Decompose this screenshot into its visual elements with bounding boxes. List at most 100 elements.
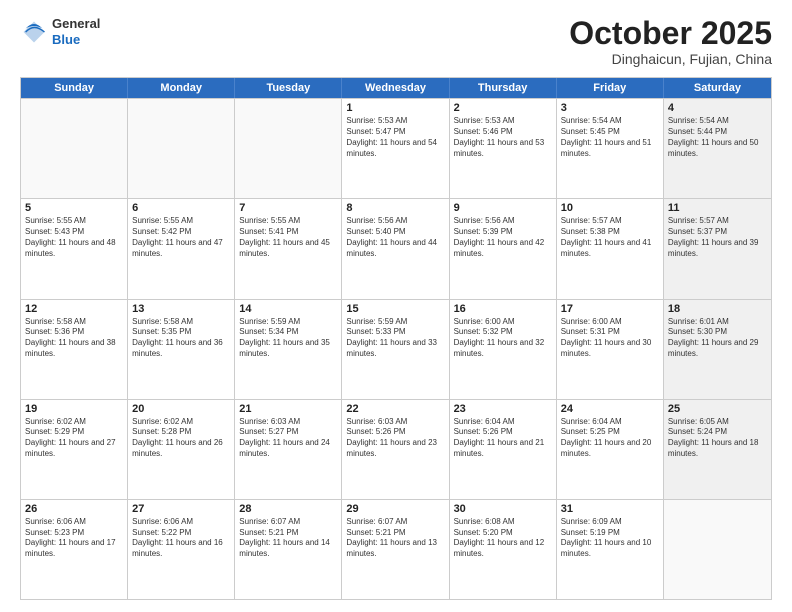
cal-cell-2-3: 15 Sunrise: 5:59 AM Sunset: 5:33 PM Dayli… (342, 300, 449, 399)
cal-cell-0-0 (21, 99, 128, 198)
day-number: 2 (454, 102, 552, 114)
cal-cell-4-3: 29Sunrise: 6:07 AM Sunset: 5:21 PM Dayli… (342, 500, 449, 599)
cal-cell-1-6: 11Sunrise: 5:57 AM Sunset: 5:37 PM Dayli… (664, 199, 771, 298)
calendar: SundayMondayTuesdayWednesdayThursdayFrid… (20, 77, 772, 600)
cal-cell-0-3: 1Sunrise: 5:53 AM Sunset: 5:47 PM Daylig… (342, 99, 449, 198)
month-title: October 2025 (569, 16, 772, 51)
cell-info: Sunrise: 5:55 AM Sunset: 5:41 PM Dayligh… (239, 216, 337, 259)
cell-info: Sunrise: 5:55 AM Sunset: 5:43 PM Dayligh… (25, 216, 123, 259)
cell-info: Sunrise: 6:07 AM Sunset: 5:21 PM Dayligh… (239, 517, 337, 560)
day-number: 17 (561, 303, 659, 315)
cell-info: Sunrise: 5:53 AM Sunset: 5:46 PM Dayligh… (454, 116, 552, 159)
cell-info: Sunrise: 5:55 AM Sunset: 5:42 PM Dayligh… (132, 216, 230, 259)
cell-info: Sunrise: 6:02 AM Sunset: 5:29 PM Dayligh… (25, 417, 123, 460)
cal-cell-3-5: 24 Sunrise: 6:04 AM Sunset: 5:25 PM Dayli… (557, 400, 664, 499)
cell-info: Sunrise: 6:02 AM Sunset: 5:28 PM Dayligh… (132, 417, 230, 460)
cell-info: Sunrise: 5:56 AM Sunset: 5:40 PM Dayligh… (346, 216, 444, 259)
cell-info: Sunrise: 5:58 AM Sunset: 5:36 PM Dayligh… (25, 317, 123, 360)
calendar-row-4: 26 Sunrise: 6:06 AM Sunset: 5:23 PM Dayli… (21, 499, 771, 599)
title-section: October 2025 Dinghaicun, Fujian, China (569, 16, 772, 67)
cell-info: Sunrise: 6:09 AM Sunset: 5:19 PM Dayligh… (561, 517, 659, 560)
day-number: 4 (668, 102, 767, 114)
day-number: 24 (561, 403, 659, 415)
cal-cell-3-6: 25Sunrise: 6:05 AM Sunset: 5:24 PM Dayli… (664, 400, 771, 499)
day-number: 18 (668, 303, 767, 315)
cal-cell-2-5: 17 Sunrise: 6:00 AM Sunset: 5:31 PM Dayli… (557, 300, 664, 399)
logo-icon (20, 18, 48, 46)
calendar-header: SundayMondayTuesdayWednesdayThursdayFrid… (21, 78, 771, 98)
cal-cell-2-2: 14 Sunrise: 5:59 AM Sunset: 5:34 PM Dayli… (235, 300, 342, 399)
day-number: 16 (454, 303, 552, 315)
day-number: 7 (239, 202, 337, 214)
cell-info: Sunrise: 5:59 AM Sunset: 5:34 PM Dayligh… (239, 317, 337, 360)
header-day-sunday: Sunday (21, 78, 128, 98)
cal-cell-1-3: 8Sunrise: 5:56 AM Sunset: 5:40 PM Daylig… (342, 199, 449, 298)
cal-cell-0-5: 3 Sunrise: 5:54 AM Sunset: 5:45 PM Daylig… (557, 99, 664, 198)
cal-cell-4-0: 26 Sunrise: 6:06 AM Sunset: 5:23 PM Dayli… (21, 500, 128, 599)
calendar-body: 1Sunrise: 5:53 AM Sunset: 5:47 PM Daylig… (21, 98, 771, 599)
day-number: 12 (25, 303, 123, 315)
calendar-row-1: 5Sunrise: 5:55 AM Sunset: 5:43 PM Daylig… (21, 198, 771, 298)
cal-cell-2-4: 16Sunrise: 6:00 AM Sunset: 5:32 PM Dayli… (450, 300, 557, 399)
cell-info: Sunrise: 5:54 AM Sunset: 5:45 PM Dayligh… (561, 116, 659, 159)
cal-cell-1-4: 9Sunrise: 5:56 AM Sunset: 5:39 PM Daylig… (450, 199, 557, 298)
logo-general: General (52, 16, 100, 32)
cell-info: Sunrise: 6:01 AM Sunset: 5:30 PM Dayligh… (668, 317, 767, 360)
cal-cell-1-2: 7 Sunrise: 5:55 AM Sunset: 5:41 PM Daylig… (235, 199, 342, 298)
cal-cell-3-1: 20 Sunrise: 6:02 AM Sunset: 5:28 PM Dayli… (128, 400, 235, 499)
logo-blue: Blue (52, 32, 100, 48)
cal-cell-0-1 (128, 99, 235, 198)
day-number: 26 (25, 503, 123, 515)
cal-cell-1-5: 10Sunrise: 5:57 AM Sunset: 5:38 PM Dayli… (557, 199, 664, 298)
cell-info: Sunrise: 6:04 AM Sunset: 5:25 PM Dayligh… (561, 417, 659, 460)
cal-cell-4-2: 28 Sunrise: 6:07 AM Sunset: 5:21 PM Dayli… (235, 500, 342, 599)
header-day-thursday: Thursday (450, 78, 557, 98)
day-number: 13 (132, 303, 230, 315)
day-number: 3 (561, 102, 659, 114)
calendar-row-2: 12 Sunrise: 5:58 AM Sunset: 5:36 PM Dayli… (21, 299, 771, 399)
day-number: 28 (239, 503, 337, 515)
cal-cell-4-1: 27 Sunrise: 6:06 AM Sunset: 5:22 PM Dayli… (128, 500, 235, 599)
cal-cell-2-6: 18 Sunrise: 6:01 AM Sunset: 5:30 PM Dayli… (664, 300, 771, 399)
day-number: 6 (132, 202, 230, 214)
day-number: 19 (25, 403, 123, 415)
cell-info: Sunrise: 6:06 AM Sunset: 5:23 PM Dayligh… (25, 517, 123, 560)
header-day-tuesday: Tuesday (235, 78, 342, 98)
day-number: 1 (346, 102, 444, 114)
cal-cell-4-6 (664, 500, 771, 599)
header-day-monday: Monday (128, 78, 235, 98)
cal-cell-1-0: 5Sunrise: 5:55 AM Sunset: 5:43 PM Daylig… (21, 199, 128, 298)
calendar-row-3: 19 Sunrise: 6:02 AM Sunset: 5:29 PM Dayli… (21, 399, 771, 499)
day-number: 27 (132, 503, 230, 515)
cell-info: Sunrise: 6:03 AM Sunset: 5:27 PM Dayligh… (239, 417, 337, 460)
day-number: 25 (668, 403, 767, 415)
cell-info: Sunrise: 6:07 AM Sunset: 5:21 PM Dayligh… (346, 517, 444, 560)
day-number: 20 (132, 403, 230, 415)
cal-cell-3-3: 22 Sunrise: 6:03 AM Sunset: 5:26 PM Dayli… (342, 400, 449, 499)
cal-cell-0-4: 2 Sunrise: 5:53 AM Sunset: 5:46 PM Daylig… (450, 99, 557, 198)
header-day-friday: Friday (557, 78, 664, 98)
cal-cell-0-2 (235, 99, 342, 198)
cell-info: Sunrise: 6:00 AM Sunset: 5:31 PM Dayligh… (561, 317, 659, 360)
cal-cell-3-0: 19 Sunrise: 6:02 AM Sunset: 5:29 PM Dayli… (21, 400, 128, 499)
cal-cell-3-2: 21 Sunrise: 6:03 AM Sunset: 5:27 PM Dayli… (235, 400, 342, 499)
cal-cell-4-5: 31Sunrise: 6:09 AM Sunset: 5:19 PM Dayli… (557, 500, 664, 599)
day-number: 14 (239, 303, 337, 315)
logo-text: General Blue (52, 16, 100, 47)
day-number: 23 (454, 403, 552, 415)
location-subtitle: Dinghaicun, Fujian, China (569, 51, 772, 67)
header-day-wednesday: Wednesday (342, 78, 449, 98)
cell-info: Sunrise: 6:08 AM Sunset: 5:20 PM Dayligh… (454, 517, 552, 560)
cell-info: Sunrise: 6:06 AM Sunset: 5:22 PM Dayligh… (132, 517, 230, 560)
cal-cell-2-1: 13Sunrise: 5:58 AM Sunset: 5:35 PM Dayli… (128, 300, 235, 399)
cell-info: Sunrise: 5:59 AM Sunset: 5:33 PM Dayligh… (346, 317, 444, 360)
day-number: 21 (239, 403, 337, 415)
cell-info: Sunrise: 5:57 AM Sunset: 5:37 PM Dayligh… (668, 216, 767, 259)
calendar-row-0: 1Sunrise: 5:53 AM Sunset: 5:47 PM Daylig… (21, 98, 771, 198)
header-day-saturday: Saturday (664, 78, 771, 98)
cal-cell-4-4: 30Sunrise: 6:08 AM Sunset: 5:20 PM Dayli… (450, 500, 557, 599)
cal-cell-3-4: 23Sunrise: 6:04 AM Sunset: 5:26 PM Dayli… (450, 400, 557, 499)
cell-info: Sunrise: 6:03 AM Sunset: 5:26 PM Dayligh… (346, 417, 444, 460)
day-number: 22 (346, 403, 444, 415)
day-number: 15 (346, 303, 444, 315)
